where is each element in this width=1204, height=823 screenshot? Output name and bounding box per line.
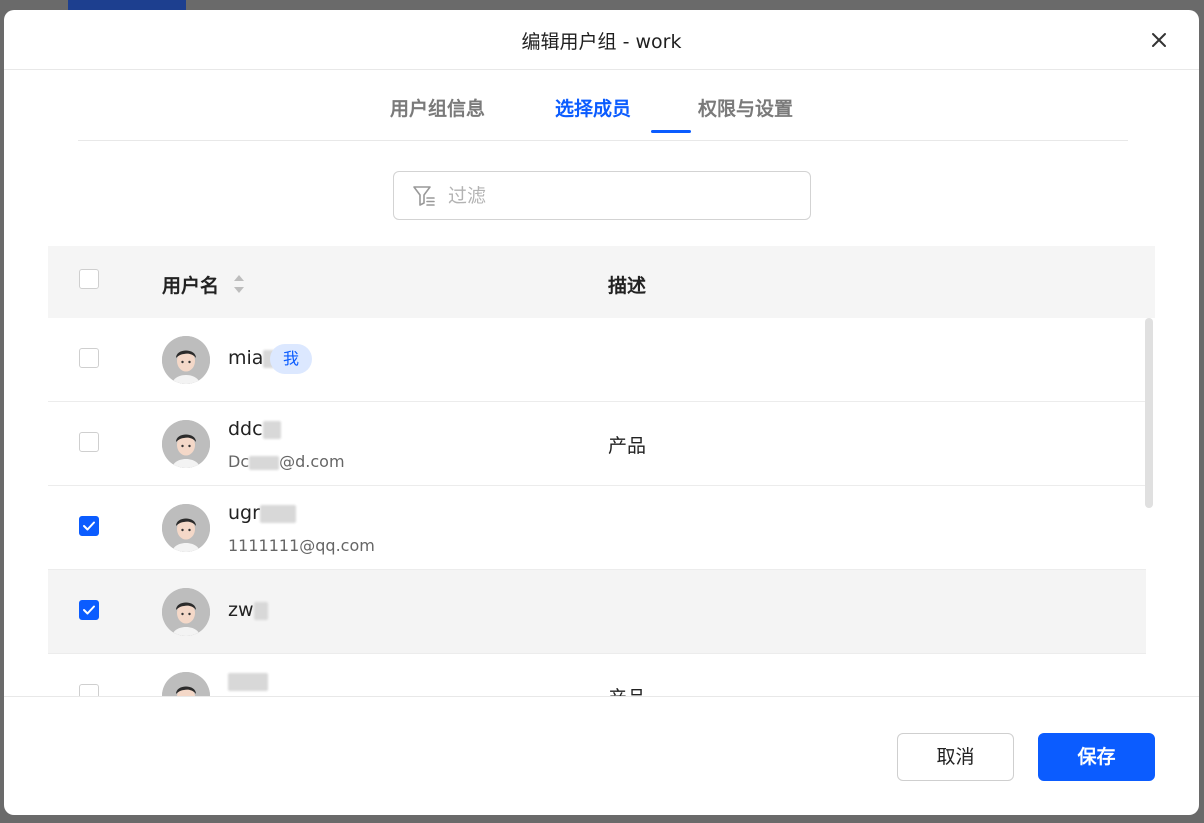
user-avatar-icon (162, 588, 210, 636)
row-checkbox[interactable] (79, 516, 99, 536)
column-header-description: 描述 (608, 275, 647, 297)
check-icon (83, 605, 95, 615)
close-icon (1152, 33, 1166, 47)
table-row[interactable]: zw (48, 570, 1146, 654)
tab-bar: 用户组信息 选择成员 权限与设置 (78, 80, 1128, 141)
save-button[interactable]: 保存 (1038, 733, 1155, 781)
tab-group-info[interactable]: 用户组信息 (390, 94, 485, 121)
table-row[interactable]: ugr 1111111@qq.com (48, 486, 1146, 570)
row-checkbox[interactable] (79, 432, 99, 452)
avatar (162, 588, 210, 636)
avatar (162, 420, 210, 468)
dialog-header: 编辑用户组 - work (4, 10, 1199, 70)
row-checkbox[interactable] (79, 348, 99, 368)
username: mia (228, 347, 276, 369)
filter-input[interactable] (446, 180, 790, 212)
table-row[interactable]: ddc Dc @d.com 产品 (48, 402, 1146, 486)
active-tab-indicator (651, 130, 691, 133)
table-row[interactable]: 产品 (48, 654, 1146, 696)
dialog-title: 编辑用户组 - work (521, 31, 682, 53)
me-badge: 我 (270, 344, 312, 374)
footer-divider (4, 696, 1199, 697)
username (228, 670, 268, 692)
table-scrollbar[interactable] (1145, 318, 1153, 508)
user-description: 产品 (608, 683, 646, 696)
select-all-checkbox[interactable] (79, 269, 99, 289)
close-button[interactable] (1149, 30, 1169, 50)
cancel-button[interactable]: 取消 (897, 733, 1014, 781)
user-email: Dc @d.com (228, 452, 345, 471)
avatar (162, 504, 210, 552)
username: ugr (228, 502, 296, 524)
table-header: 用户名 描述 (48, 246, 1155, 318)
row-checkbox[interactable] (79, 684, 99, 696)
filter-field[interactable] (393, 171, 811, 220)
user-description: 产品 (608, 435, 647, 457)
username: ddc (228, 418, 281, 440)
check-icon (83, 521, 95, 531)
user-avatar-icon (162, 420, 210, 468)
table-row[interactable]: mia 我 (48, 318, 1146, 402)
row-checkbox[interactable] (79, 600, 99, 620)
avatar (162, 336, 210, 384)
username: zw (228, 599, 268, 621)
sort-icon[interactable] (232, 273, 246, 295)
user-avatar-icon (162, 672, 210, 696)
user-avatar-icon (162, 504, 210, 552)
user-avatar-icon (162, 336, 210, 384)
edit-user-group-dialog: 编辑用户组 - work 用户组信息 选择成员 权限与设置 用户名 描述 (4, 10, 1199, 815)
avatar (162, 672, 210, 696)
column-header-username: 用户名 (162, 275, 220, 297)
tab-select-members[interactable]: 选择成员 (555, 94, 631, 121)
member-table-body: mia 我 ddc Dc @d.com 产品 ugr 1111111@qq.co… (48, 318, 1146, 696)
filter-icon (413, 186, 435, 206)
user-email: 1111111@qq.com (228, 536, 375, 555)
tab-permissions-settings[interactable]: 权限与设置 (698, 94, 793, 121)
